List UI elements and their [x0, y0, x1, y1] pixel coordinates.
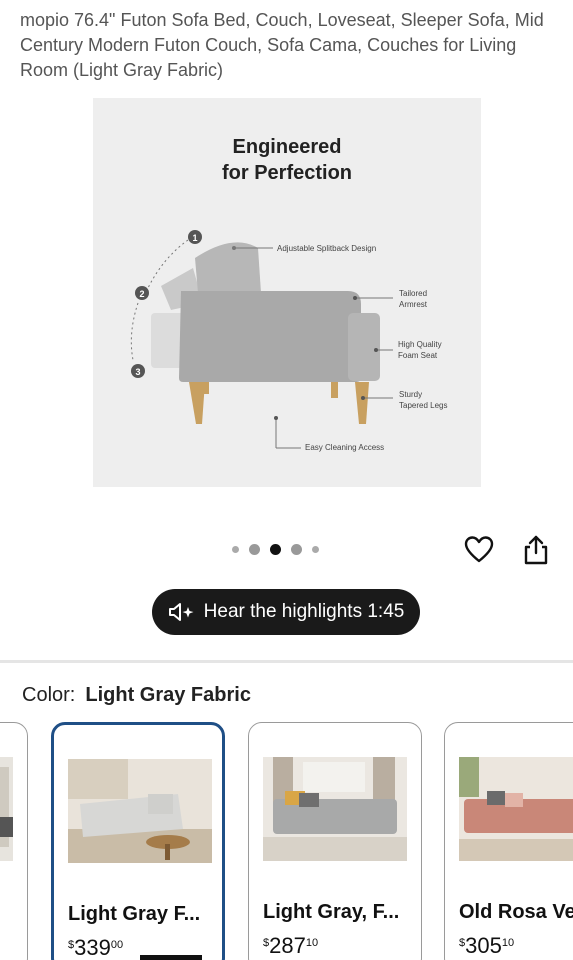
image-headline-line2: for Perfection — [222, 162, 352, 184]
image-headline-line1: Engineered — [233, 136, 342, 158]
share-icon — [524, 535, 548, 565]
variant-thumbnail — [459, 757, 573, 861]
variant-card-old-rosa[interactable]: Old Rosa Ve $30510 — [444, 722, 573, 960]
callout-armrest-1: Tailored — [399, 289, 427, 298]
carousel-dots[interactable] — [232, 541, 342, 557]
carousel-dot[interactable] — [312, 545, 319, 553]
callout-foam-2: Foam Seat — [398, 351, 438, 360]
callout-legs-1: Sturdy — [399, 390, 422, 399]
variant-thumbnail — [0, 757, 13, 861]
variant-name: Old Rosa Ve — [459, 901, 573, 923]
heart-outline-icon — [464, 536, 494, 563]
variant-card-light-gray-fabric[interactable]: Light Gray F... $33900 — [51, 722, 225, 960]
variant-price: $28710 — [263, 933, 319, 958]
wishlist-button[interactable] — [463, 534, 495, 566]
variant-price: $30510 — [459, 933, 515, 958]
carousel-dot-active[interactable] — [270, 543, 281, 555]
step-3-badge: 3 — [131, 364, 145, 378]
selected-color-value: Light Gray Fabric — [85, 684, 251, 706]
step-2-badge: 2 — [135, 286, 149, 300]
share-button[interactable] — [521, 534, 551, 566]
color-selector-label: Color: Light Gray Fabric — [22, 684, 251, 707]
carousel-dot[interactable] — [232, 545, 239, 553]
callout-cleaning: Easy Cleaning Access — [305, 443, 384, 452]
product-title: mopio 76.4" Futon Sofa Bed, Couch, Loves… — [20, 10, 544, 80]
callout-splitback: Adjustable Splitback Design — [277, 244, 376, 253]
variant-thumbnail — [263, 757, 407, 861]
callout-armrest-2: Armrest — [399, 300, 428, 309]
svg-text:2: 2 — [139, 289, 144, 299]
svg-text:3: 3 — [135, 367, 140, 377]
callout-legs-2: Tapered Legs — [399, 401, 447, 410]
sofa-illustration: Engineered for Perfection 1 2 3 Adjustab… — [93, 98, 481, 487]
variant-thumbnail — [68, 759, 212, 863]
variant-name: Light Gray F... — [68, 903, 201, 925]
callout-foam-1: High Quality — [398, 340, 442, 349]
hear-highlights-button[interactable]: Hear the highlights 1:45 — [152, 589, 420, 635]
svg-text:1: 1 — [192, 233, 197, 243]
hear-highlights-label: Hear the highlights 1:45 — [203, 601, 405, 622]
step-1-badge: 1 — [188, 230, 202, 244]
variant-name: Light Gray, F... — [263, 901, 400, 923]
color-label: Color: — [22, 684, 76, 706]
section-divider — [0, 660, 573, 663]
carousel-dot[interactable] — [249, 543, 260, 555]
variant-swatch-strip[interactable]: Light Gray F... $33900 Light Gray, F... … — [0, 720, 573, 960]
speaker-sparkle-icon — [168, 603, 194, 621]
home-indicator — [140, 955, 202, 960]
product-image[interactable]: Engineered for Perfection 1 2 3 Adjustab… — [93, 98, 481, 487]
variant-card-partial[interactable] — [0, 722, 28, 960]
variant-price: $33900 — [68, 935, 124, 960]
variant-card-light-gray-f2[interactable]: Light Gray, F... $28710 — [248, 722, 422, 960]
carousel-dot[interactable] — [291, 543, 302, 555]
